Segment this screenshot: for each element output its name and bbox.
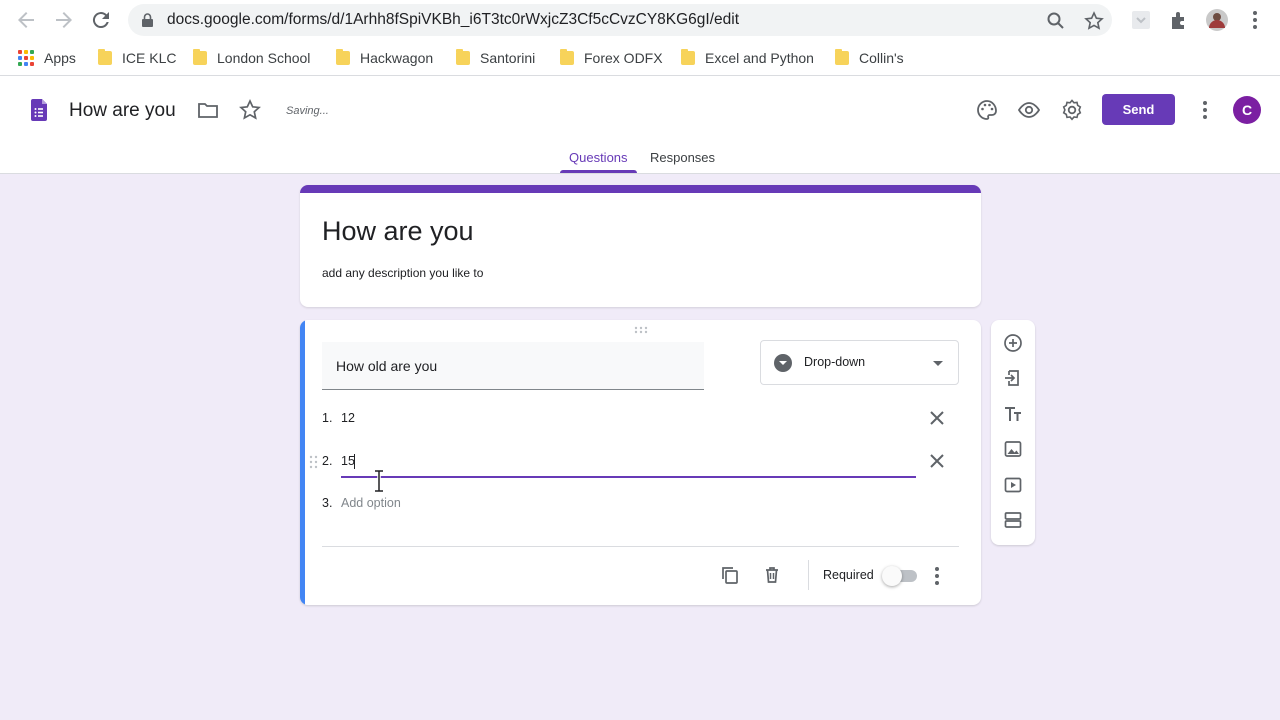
- bookmark-label: Forex ODFX: [584, 50, 663, 66]
- question-title: How old are you: [336, 358, 438, 374]
- question-type-label: Drop-down: [804, 355, 866, 369]
- customize-theme-palette-icon[interactable]: [975, 98, 999, 122]
- required-label: Required: [823, 568, 874, 582]
- settings-gear-icon[interactable]: [1060, 98, 1084, 122]
- bookmark-excel-python[interactable]: Excel and Python: [681, 49, 814, 67]
- bookmark-label: Collin's: [859, 50, 904, 66]
- bookmark-label: London School: [217, 50, 311, 66]
- tab-questions[interactable]: Questions: [569, 150, 628, 165]
- question-side-toolbar: [991, 320, 1035, 545]
- question-more-options-icon[interactable]: [934, 566, 940, 586]
- bookmark-star-icon[interactable]: [1084, 11, 1104, 31]
- more-options-icon[interactable]: [1193, 98, 1217, 122]
- extensions-puzzle-icon[interactable]: [1168, 9, 1190, 31]
- address-bar[interactable]: docs.google.com/forms/d/1Arhh8fSpiVKBh_i…: [128, 4, 1112, 36]
- bookmark-hackwagon[interactable]: Hackwagon: [336, 49, 433, 67]
- bookmark-label: Excel and Python: [705, 50, 814, 66]
- url-text: docs.google.com/forms/d/1Arhh8fSpiVKBh_i…: [167, 11, 740, 28]
- dropdown-type-icon: [774, 354, 792, 372]
- bookmark-label: Santorini: [480, 50, 536, 66]
- forward-arrow-icon[interactable]: [52, 8, 76, 32]
- back-arrow-icon[interactable]: [14, 8, 38, 32]
- profile-avatar-icon[interactable]: [1206, 9, 1228, 31]
- focused-input-underline: [341, 476, 916, 478]
- document-title[interactable]: How are you: [69, 100, 176, 122]
- move-to-folder-icon[interactable]: [196, 98, 220, 122]
- folder-icon: [835, 49, 849, 65]
- form-description[interactable]: add any description you like to: [322, 266, 483, 280]
- add-option-button[interactable]: Add option: [341, 496, 401, 510]
- bookmark-collins[interactable]: Collin's: [835, 49, 904, 67]
- save-status: Saving...: [286, 105, 329, 117]
- question-title-input[interactable]: How old are you: [322, 342, 704, 390]
- option-drag-handle-icon[interactable]: [309, 455, 319, 469]
- chrome-menu-icon[interactable]: [1244, 9, 1266, 31]
- add-title-description-icon[interactable]: [1003, 404, 1023, 424]
- caret-down-icon: [933, 361, 943, 366]
- add-section-icon[interactable]: [1003, 510, 1023, 530]
- folder-icon: [98, 49, 112, 65]
- bookmark-label: ICE KLC: [122, 50, 177, 66]
- footer-separator: [808, 560, 809, 590]
- required-toggle-thumb[interactable]: [882, 566, 902, 586]
- bookmark-label: Hackwagon: [360, 50, 434, 66]
- option-number: 1.: [322, 411, 333, 425]
- add-question-icon[interactable]: [1003, 333, 1023, 353]
- browser-toolbar: docs.google.com/forms/d/1Arhh8fSpiVKBh_i…: [0, 0, 1280, 40]
- zoom-icon[interactable]: [1046, 11, 1066, 31]
- folder-icon: [560, 49, 574, 65]
- bookmark-santorini[interactable]: Santorini: [456, 49, 535, 67]
- remove-option-close-icon[interactable]: [928, 409, 946, 427]
- i-beam-cursor-icon: [375, 470, 383, 492]
- question-card[interactable]: How old are you Drop-down 1. 12 2. 15 3.…: [300, 320, 981, 605]
- bookmark-apps[interactable]: Apps: [18, 49, 76, 67]
- option-number: 3.: [322, 496, 333, 510]
- delete-trash-icon[interactable]: [762, 565, 782, 585]
- bookmark-ice-klc[interactable]: ICE KLC: [98, 49, 176, 67]
- folder-icon: [336, 49, 350, 65]
- bookmark-label: Apps: [44, 50, 76, 66]
- preview-eye-icon[interactable]: [1017, 98, 1041, 122]
- active-tab-indicator: [560, 170, 637, 173]
- duplicate-copy-icon[interactable]: [720, 565, 740, 585]
- folder-icon: [456, 49, 470, 65]
- option-value-input-focused[interactable]: 15: [341, 454, 355, 468]
- add-video-icon[interactable]: [1003, 475, 1023, 495]
- question-footer-divider: [322, 546, 959, 547]
- option-value-input[interactable]: 12: [341, 411, 355, 425]
- question-drag-handle-icon[interactable]: [634, 326, 648, 334]
- title-card-accent-bar: [300, 185, 981, 193]
- bookmarks-bar: Apps ICE KLC London School Hackwagon San…: [0, 40, 1280, 76]
- folder-icon: [681, 49, 695, 65]
- form-title[interactable]: How are you: [322, 216, 474, 247]
- bookmark-london-school[interactable]: London School: [193, 49, 310, 67]
- question-type-dropdown[interactable]: Drop-down: [760, 340, 959, 385]
- lock-icon: [142, 13, 153, 27]
- add-image-icon[interactable]: [1003, 439, 1023, 459]
- form-title-card[interactable]: How are you add any description you like…: [300, 185, 981, 307]
- folder-icon: [193, 49, 207, 65]
- forms-header: How are you Saving... Send C Questions R…: [0, 76, 1280, 174]
- text-caret: [354, 454, 355, 469]
- account-avatar[interactable]: C: [1233, 96, 1261, 124]
- star-icon[interactable]: [238, 98, 262, 122]
- extension-pocket-icon[interactable]: [1130, 9, 1152, 31]
- active-question-accent: [300, 320, 305, 605]
- option-number: 2.: [322, 454, 333, 468]
- send-button[interactable]: Send: [1102, 94, 1175, 125]
- remove-option-close-icon[interactable]: [928, 452, 946, 470]
- tab-responses[interactable]: Responses: [650, 150, 715, 165]
- import-questions-icon[interactable]: [1003, 368, 1023, 388]
- apps-grid-icon: [18, 50, 34, 66]
- bookmark-forex-odfx[interactable]: Forex ODFX: [560, 49, 663, 67]
- google-forms-logo-icon[interactable]: [31, 99, 47, 121]
- reload-icon[interactable]: [89, 8, 113, 32]
